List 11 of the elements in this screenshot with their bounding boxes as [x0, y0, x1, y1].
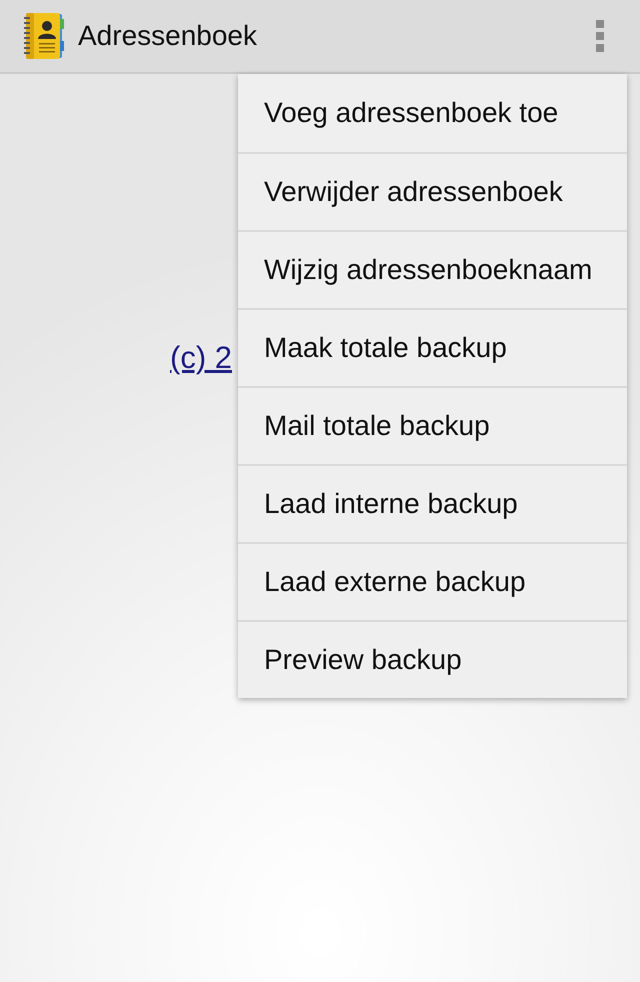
menu-item[interactable]: Verwijder adressenboek [238, 152, 627, 230]
menu-item[interactable]: Preview backup [238, 620, 627, 698]
menu-item[interactable]: Laad interne backup [238, 464, 627, 542]
menu-item[interactable]: Voeg adressenboek toe [238, 74, 627, 152]
menu-item[interactable]: Maak totale backup [238, 308, 627, 386]
app-title: Adressenboek [78, 20, 258, 52]
copyright-link[interactable]: (c) 2 [170, 340, 232, 375]
menu-item[interactable]: Mail totale backup [238, 386, 627, 464]
menu-item[interactable]: Laad externe backup [238, 542, 627, 620]
menu-item[interactable]: Wijzig adressenboeknaam [238, 230, 627, 308]
more-vertical-icon [596, 20, 604, 52]
